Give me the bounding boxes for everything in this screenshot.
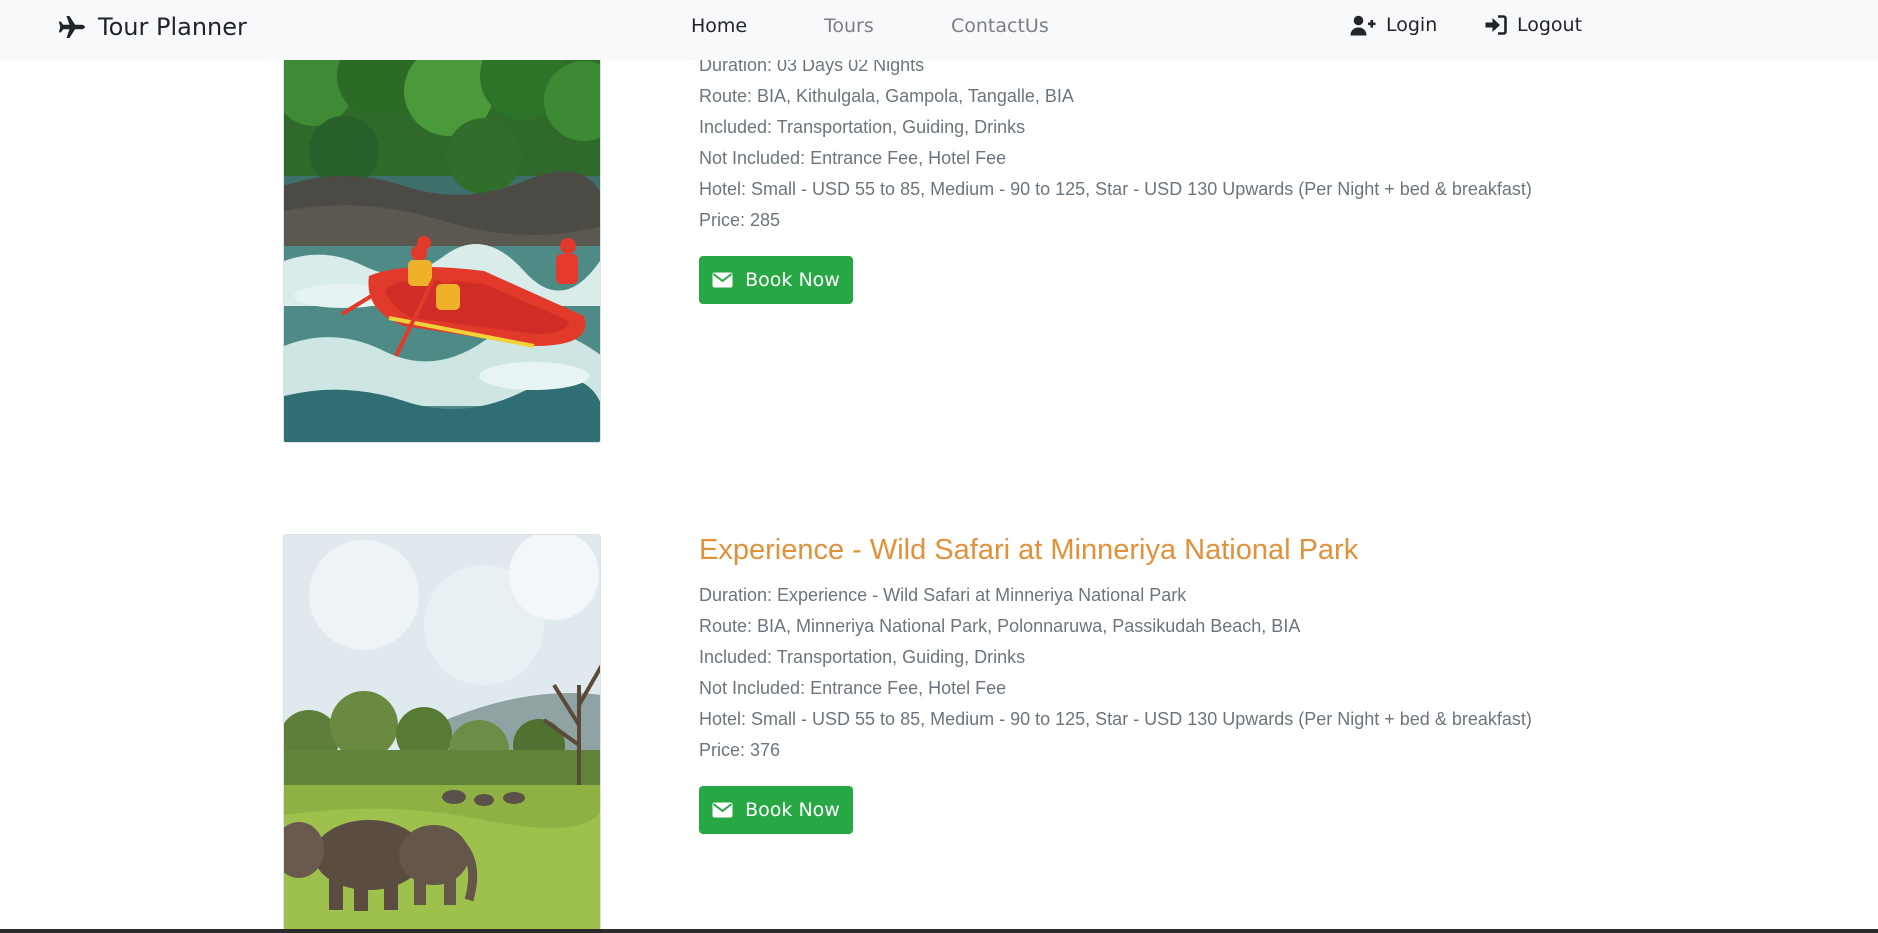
brand-link[interactable]: Tour Planner xyxy=(58,13,247,41)
sign-in-icon xyxy=(1485,15,1507,35)
book-now-button[interactable]: Book Now xyxy=(699,256,853,304)
nav-link-tours[interactable]: Tours xyxy=(824,15,874,37)
book-now-button[interactable]: Book Now xyxy=(699,786,853,834)
tour-price: Price: 285 xyxy=(699,210,781,230)
tour-not-included: Not Included: Entrance Fee, Hotel Fee xyxy=(699,148,1007,168)
tour-route: Route: BIA, Minneriya National Park, Pol… xyxy=(699,616,1301,636)
user-plus-icon xyxy=(1350,15,1376,35)
tour-hotel: Hotel: Small - USD 55 to 85, Medium - 90… xyxy=(699,709,1532,729)
tour-included: Included: Transportation, Guiding, Drink… xyxy=(699,647,1026,667)
elephants-safari-photo xyxy=(284,535,600,932)
white-water-rafting-photo xyxy=(284,46,600,442)
tour-price: Price: 376 xyxy=(699,740,781,760)
tour-route: Route: BIA, Kithulgala, Gampola, Tangall… xyxy=(699,86,1074,106)
tour-duration: Duration: Experience - Wild Safari at Mi… xyxy=(699,585,1187,605)
tour-image-safari xyxy=(283,534,601,933)
envelope-icon xyxy=(712,802,733,818)
tour-title: Experience - Wild Safari at Minneriya Na… xyxy=(699,534,1359,566)
login-label: Login xyxy=(1386,14,1438,36)
tour-image-rafting xyxy=(283,45,601,443)
book-now-label: Book Now xyxy=(745,269,840,291)
plane-icon xyxy=(58,16,85,38)
brand-name: Tour Planner xyxy=(98,13,247,41)
nav-link-home[interactable]: Home xyxy=(691,15,747,37)
tour-included: Included: Transportation, Guiding, Drink… xyxy=(699,117,1026,137)
logout-link[interactable]: Logout xyxy=(1485,14,1582,36)
tour-hotel: Hotel: Small - USD 55 to 85, Medium - 90… xyxy=(699,179,1532,199)
login-link[interactable]: Login xyxy=(1350,14,1437,36)
navbar: Tour Planner Home Tours ContactUs Login … xyxy=(0,0,1878,60)
tour-not-included: Not Included: Entrance Fee, Hotel Fee xyxy=(699,678,1007,698)
logout-label: Logout xyxy=(1517,14,1583,36)
book-now-label: Book Now xyxy=(745,799,840,821)
bottom-edge xyxy=(0,929,1878,933)
nav-link-contactus[interactable]: ContactUs xyxy=(951,15,1049,37)
envelope-icon xyxy=(712,272,733,288)
